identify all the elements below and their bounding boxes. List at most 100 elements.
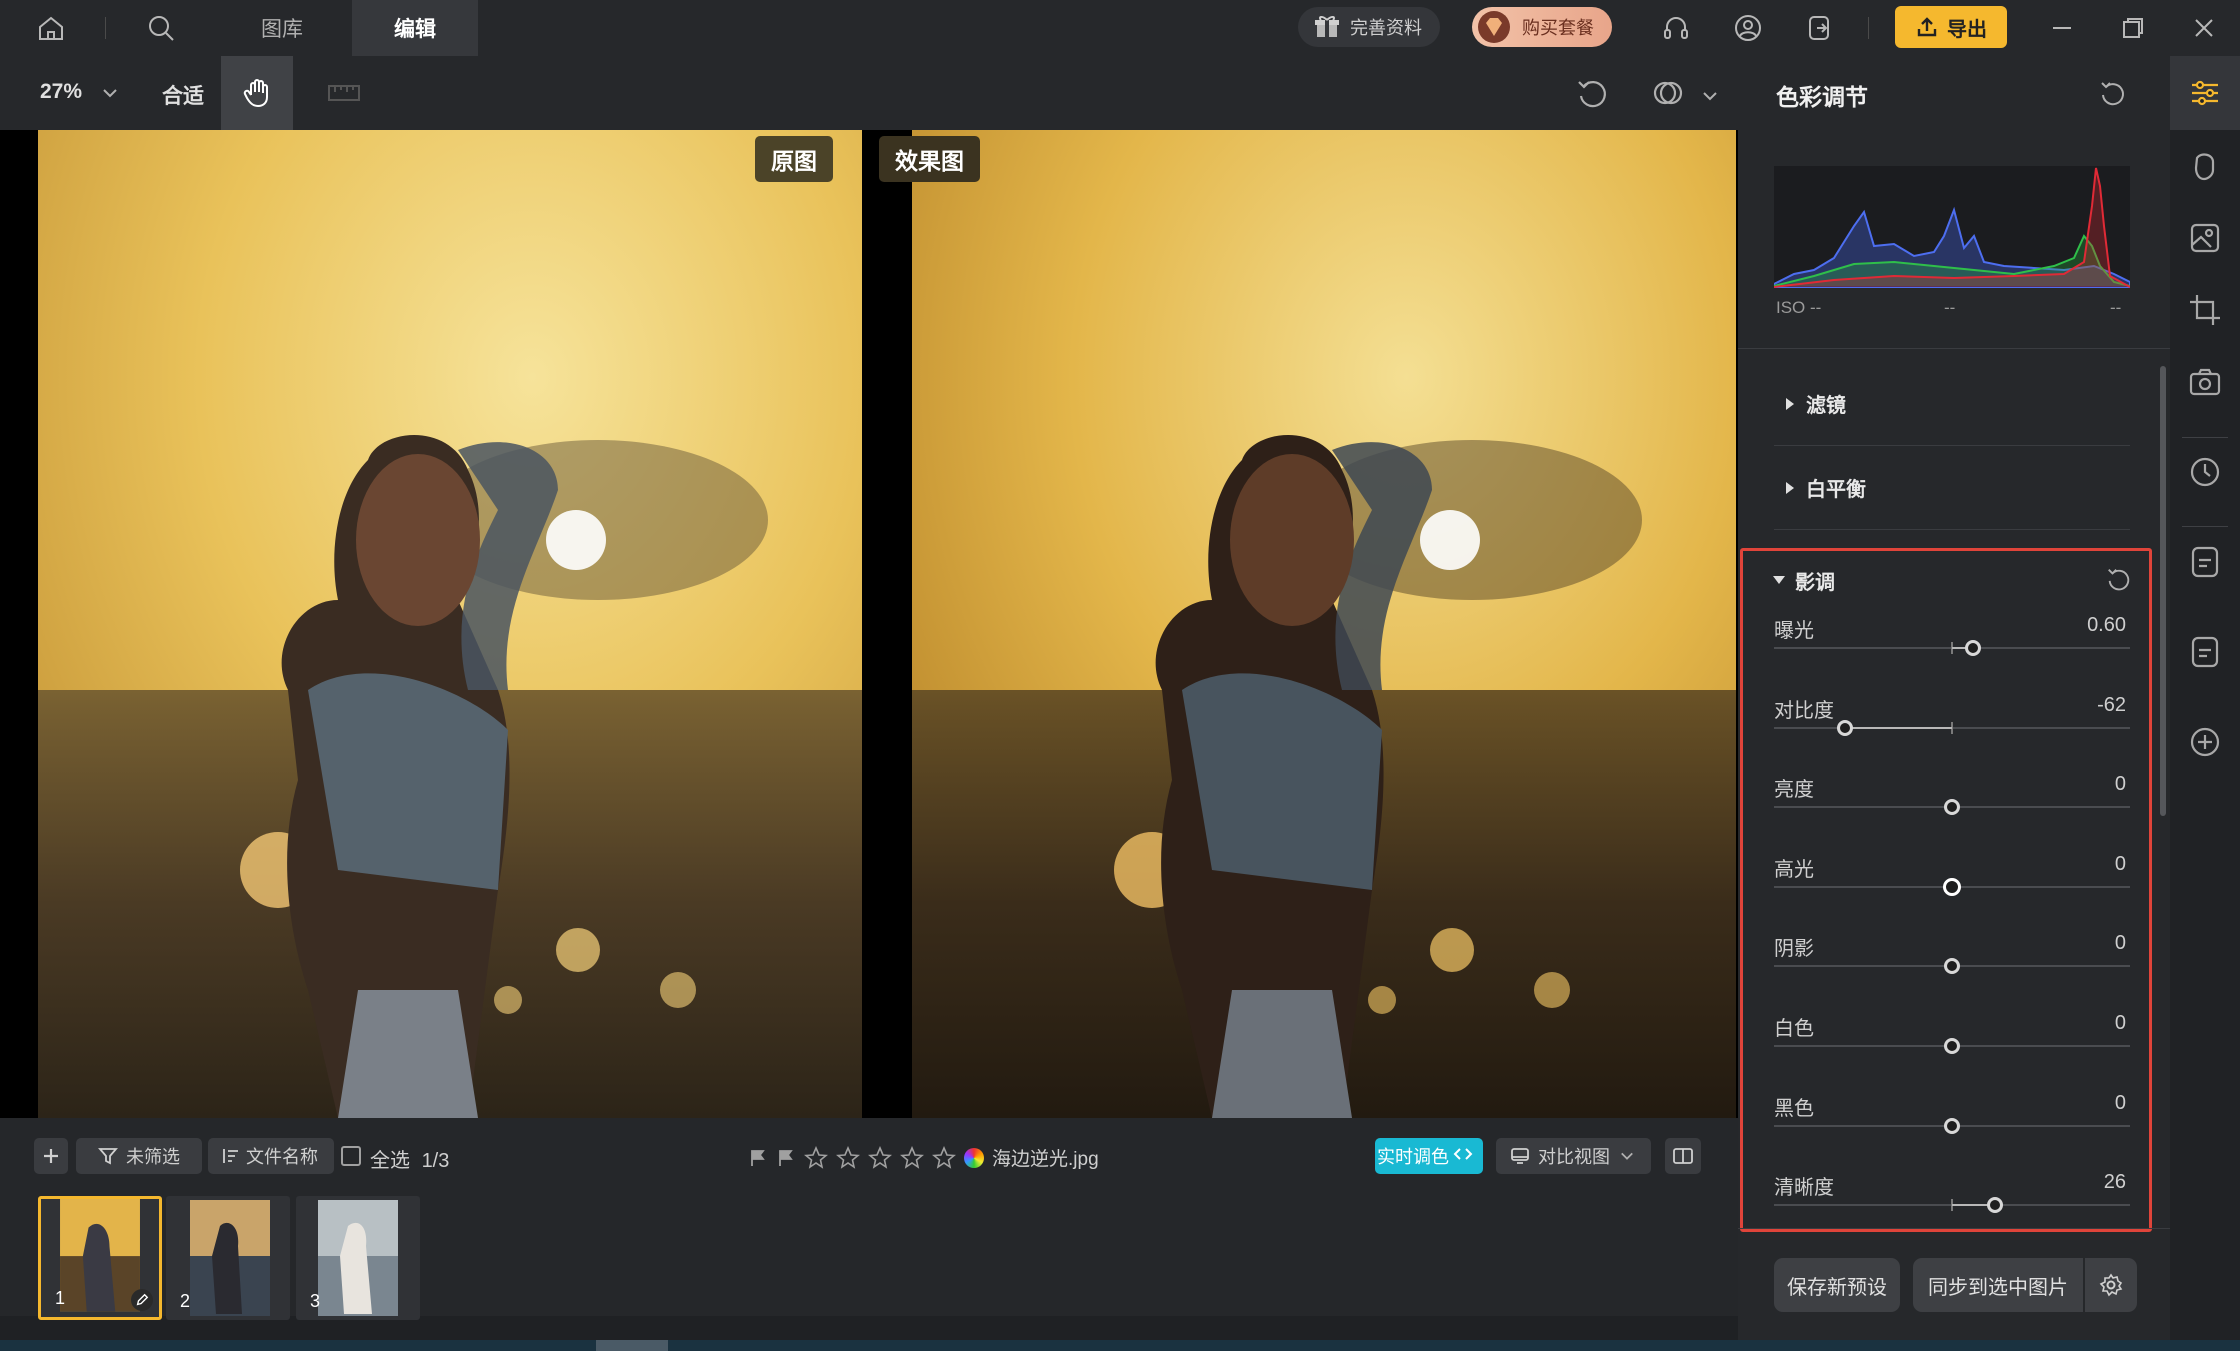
- tone-slider[interactable]: 白色 0: [1774, 1012, 2130, 1092]
- export-button[interactable]: 导出: [1895, 6, 2007, 48]
- slider-value[interactable]: 0: [2115, 773, 2126, 796]
- select-all-label[interactable]: 全选 1/3: [370, 1144, 449, 1173]
- tone-slider[interactable]: 黑色 0: [1774, 1092, 2130, 1172]
- filter-button[interactable]: 未筛选: [76, 1138, 202, 1174]
- tool-rail: [2170, 56, 2240, 1346]
- section-tone-header[interactable]: 影调: [1773, 565, 1835, 595]
- minimize-icon[interactable]: [2044, 10, 2080, 46]
- flag-icon[interactable]: [748, 1148, 768, 1168]
- sync-settings-button[interactable]: [2085, 1258, 2137, 1312]
- filter-label: 未筛选: [126, 1147, 180, 1167]
- image-canvas[interactable]: 原图 效果图: [0, 130, 1738, 1118]
- thumbnail-number: 1: [55, 1288, 66, 1308]
- sort-button[interactable]: 文件名称: [208, 1138, 334, 1174]
- chevron-right-icon: [1786, 397, 1794, 410]
- tone-slider[interactable]: 阴影 0: [1774, 932, 2130, 1012]
- image-edit-icon[interactable]: [2187, 220, 2223, 256]
- undo-icon[interactable]: [1575, 76, 1609, 110]
- tab-edit[interactable]: 编辑: [352, 0, 478, 56]
- tone-slider[interactable]: 亮度 0: [1774, 773, 2130, 853]
- fit-button[interactable]: 合适: [162, 80, 204, 110]
- slider-handle[interactable]: [1986, 1197, 2003, 1213]
- slider-handle[interactable]: [1944, 1118, 1960, 1134]
- slider-label: 对比度: [1774, 700, 1834, 722]
- sliders-icon[interactable]: [2187, 75, 2223, 111]
- tone-slider[interactable]: 清晰度 26: [1774, 1171, 2130, 1251]
- buy-plan-button[interactable]: 购买套餐: [1472, 7, 1612, 47]
- restore-icon[interactable]: [2115, 10, 2151, 46]
- thumbnail[interactable]: 1: [38, 1196, 162, 1320]
- edited-icon: [131, 1289, 153, 1311]
- camera-icon[interactable]: [2187, 364, 2223, 400]
- slider-value[interactable]: 26: [2104, 1171, 2126, 1194]
- slider-value[interactable]: 0.60: [2087, 614, 2126, 637]
- note-icon[interactable]: [2187, 544, 2223, 580]
- headset-icon[interactable]: [1658, 10, 1694, 46]
- face-icon[interactable]: [2187, 148, 2223, 184]
- star-icon[interactable]: [804, 1145, 828, 1170]
- tone-slider[interactable]: 对比度 -62: [1774, 694, 2130, 774]
- note-icon[interactable]: [2187, 634, 2223, 670]
- save-preset-button[interactable]: 保存新预设: [1774, 1258, 1900, 1312]
- color-adjust-panel: ISO -- -- -- 滤镜 白平衡 影调 曝光 0.60 对比度 -62 亮度 0 高光…: [1738, 130, 2170, 1346]
- scrollbar[interactable]: [2160, 366, 2166, 816]
- search-icon[interactable]: [143, 10, 179, 46]
- slider-value[interactable]: 0: [2115, 932, 2126, 955]
- slider-handle[interactable]: [1944, 1038, 1960, 1054]
- slider-label: 黑色: [1774, 1098, 1814, 1120]
- logout-icon[interactable]: [1802, 10, 1838, 46]
- star-icon[interactable]: [900, 1145, 924, 1170]
- close-icon[interactable]: [2186, 10, 2222, 46]
- tone-slider[interactable]: 高光 0: [1774, 853, 2130, 933]
- star-icon[interactable]: [868, 1145, 892, 1170]
- slider-value[interactable]: 0: [2115, 853, 2126, 876]
- overlay-icon[interactable]: [1651, 76, 1685, 110]
- zoom-select[interactable]: 27%: [40, 80, 118, 104]
- select-all-checkbox[interactable]: [341, 1146, 361, 1166]
- star-icon[interactable]: [836, 1145, 860, 1170]
- slider-handle[interactable]: [1965, 640, 1982, 656]
- ruler-icon[interactable]: [326, 78, 362, 108]
- complete-profile-button[interactable]: 完善资料: [1298, 7, 1440, 47]
- slider-label: 阴影: [1774, 938, 1814, 960]
- slider-value[interactable]: -62: [2097, 694, 2126, 717]
- realtime-toggle[interactable]: 实时调色: [1375, 1138, 1483, 1174]
- crop-icon[interactable]: [2187, 292, 2223, 328]
- buy-plan-label: 购买套餐: [1522, 18, 1594, 38]
- reset-icon[interactable]: [2098, 78, 2128, 108]
- user-icon[interactable]: [1730, 10, 1766, 46]
- add-icon[interactable]: [2187, 724, 2223, 760]
- split-view-button[interactable]: [1665, 1138, 1701, 1174]
- slider-handle[interactable]: [1943, 878, 1961, 896]
- thumbnail-number: 3: [310, 1291, 321, 1311]
- plus-icon: [44, 1149, 58, 1163]
- compare-view-select[interactable]: 对比视图: [1496, 1138, 1651, 1174]
- section-filter[interactable]: 滤镜: [1774, 362, 2130, 446]
- home-icon[interactable]: [33, 10, 69, 46]
- reject-flag-icon[interactable]: [776, 1148, 796, 1168]
- taskbar-scroll[interactable]: [596, 1340, 668, 1351]
- slider-handle[interactable]: [1944, 958, 1960, 974]
- edit-toolbar: 27% 合适: [0, 56, 1738, 130]
- slider-handle[interactable]: [1944, 799, 1960, 815]
- sync-selected-button[interactable]: 同步到选中图片: [1913, 1258, 2083, 1312]
- tone-reset-icon[interactable]: [2105, 565, 2133, 593]
- tone-slider[interactable]: 曝光 0.60: [1774, 614, 2130, 694]
- thumbnail-number: 2: [180, 1291, 191, 1311]
- effect-photo: [912, 130, 1736, 1118]
- slider-value[interactable]: 0: [2115, 1092, 2126, 1115]
- chevron-down-icon: [1621, 1152, 1633, 1160]
- chevron-down-icon[interactable]: [1702, 88, 1718, 106]
- star-icon[interactable]: [932, 1145, 956, 1170]
- thumbnail[interactable]: 3: [296, 1196, 420, 1320]
- color-label-icon[interactable]: [964, 1147, 984, 1168]
- slider-handle[interactable]: [1837, 720, 1854, 736]
- thumbnail[interactable]: 2: [166, 1196, 290, 1320]
- slider-value[interactable]: 0: [2115, 1012, 2126, 1035]
- hand-tool-button[interactable]: [221, 56, 293, 130]
- history-icon[interactable]: [2187, 454, 2223, 490]
- taskbar-strip: [0, 1340, 2240, 1351]
- tab-library[interactable]: 图库: [212, 0, 352, 56]
- section-white-balance[interactable]: 白平衡: [1774, 446, 2130, 530]
- add-button[interactable]: [34, 1138, 68, 1174]
